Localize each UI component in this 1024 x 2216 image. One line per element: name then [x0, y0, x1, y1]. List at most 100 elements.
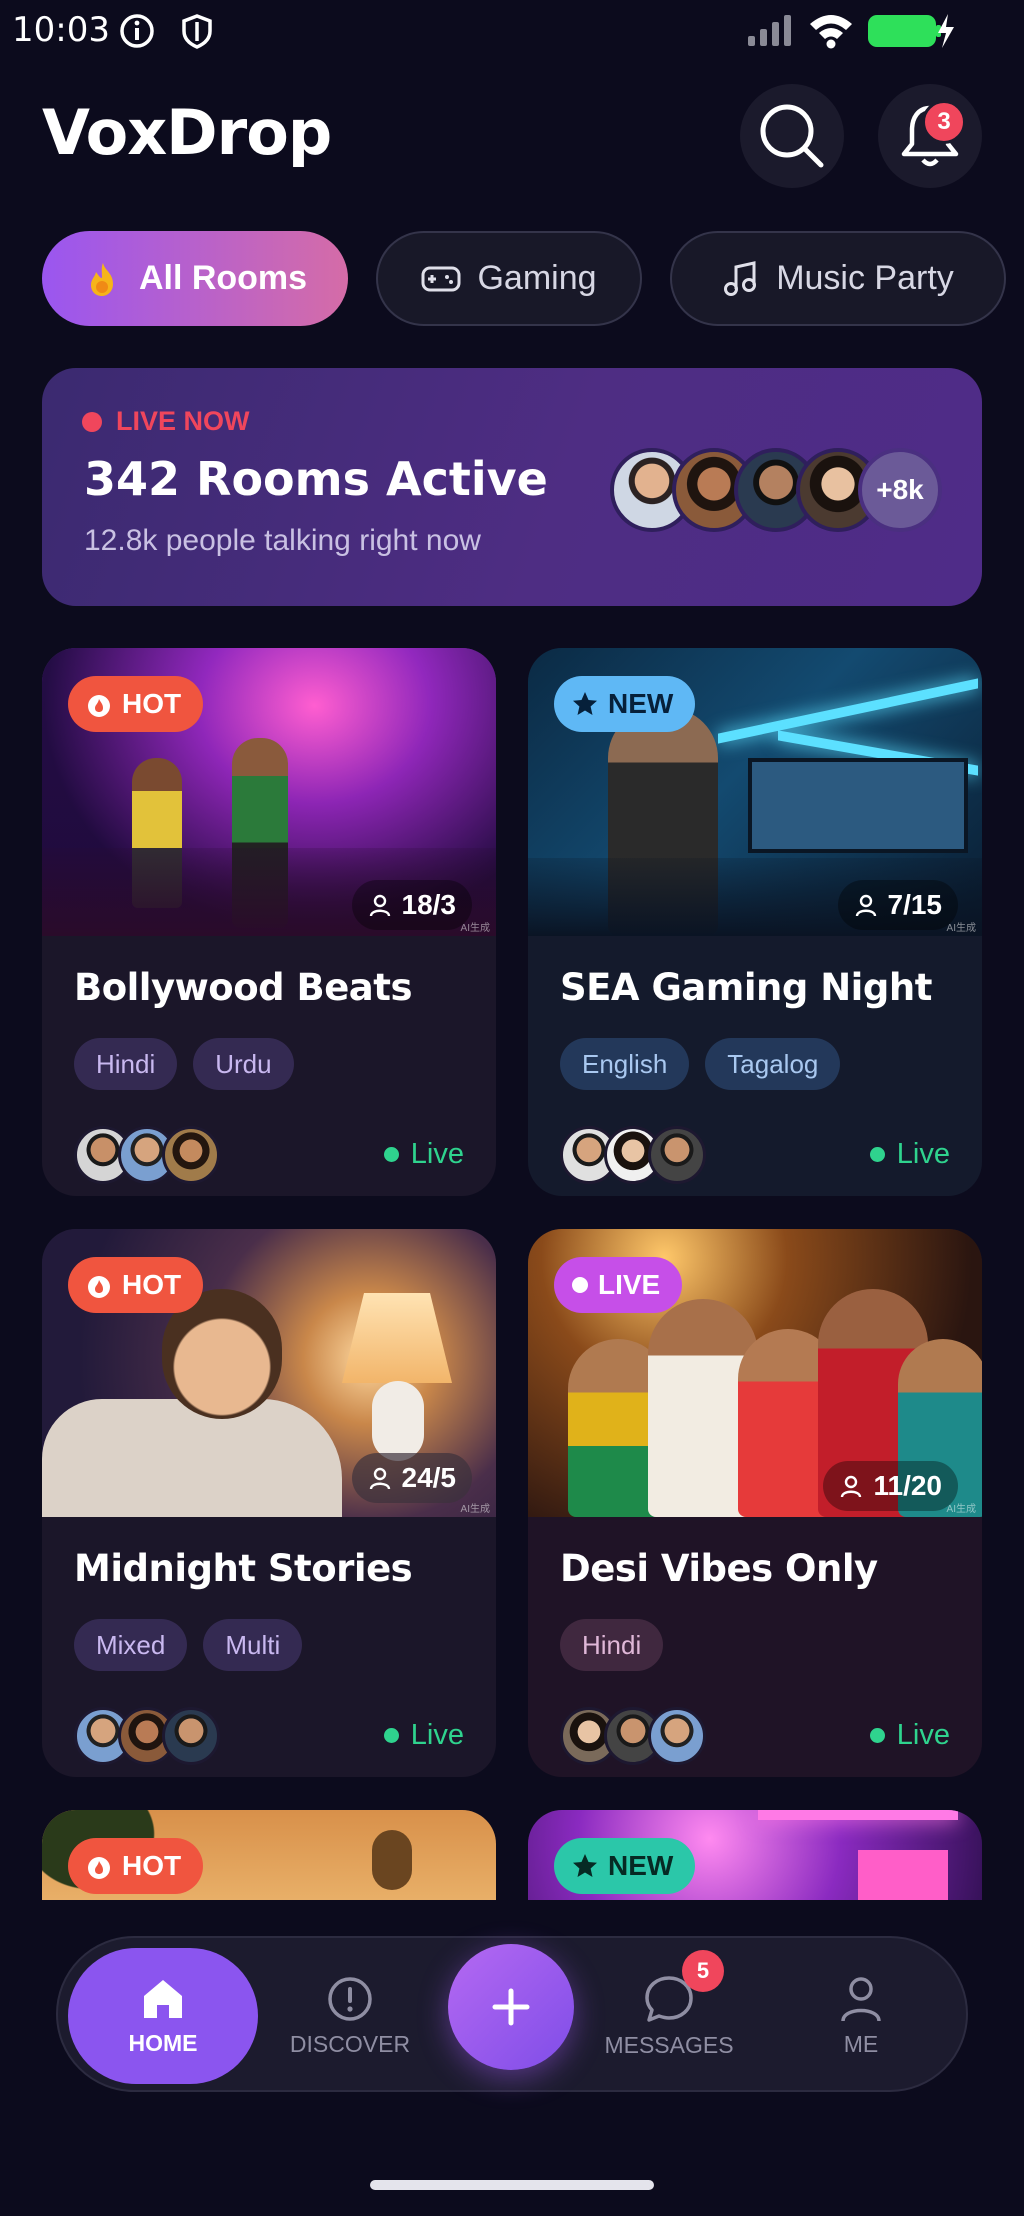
listener-count: 18/3	[351, 880, 472, 930]
live-dot	[82, 411, 102, 432]
hot-badge: HOT	[68, 676, 204, 732]
gamepad-icon	[421, 266, 461, 291]
status-time: 10:03	[12, 10, 110, 50]
app-title: VoxDrop	[42, 96, 332, 169]
language-tag: Urdu	[193, 1038, 294, 1090]
person-icon	[841, 1976, 881, 2022]
live-status: Live	[869, 1138, 950, 1171]
live-status-text: Live	[896, 1138, 950, 1170]
nav-label: HOME	[128, 2029, 198, 2056]
room-name: Bollywood Beats	[74, 966, 412, 1009]
chip-label: All Rooms	[138, 259, 308, 297]
room-avatars	[74, 1707, 220, 1765]
badge-text: HOT	[122, 1269, 182, 1300]
live-status-text: Live	[896, 1719, 950, 1751]
bottom-navigation: HOME DISCOVER MESSAGES 5 ME	[56, 1936, 968, 2092]
chip-all-rooms[interactable]: All Rooms	[42, 231, 348, 326]
avatar	[162, 1126, 220, 1184]
live-now-banner[interactable]: LIVE NOW 342 Rooms Active 12.8k people t…	[42, 368, 982, 606]
home-indicator[interactable]	[370, 2180, 654, 2190]
avatar	[648, 1707, 706, 1765]
chip-label: Music Party	[776, 259, 954, 297]
search-icon	[760, 104, 824, 168]
live-now-label: LIVE NOW	[82, 406, 250, 437]
chip-gaming[interactable]: Gaming	[376, 231, 642, 326]
watermark: AI生成	[460, 1504, 490, 1515]
count-text: 24/5	[401, 1462, 457, 1493]
nav-label: ME	[843, 2030, 879, 2057]
listener-count: 24/5	[351, 1453, 472, 1503]
badge-text: NEW	[608, 1850, 674, 1881]
live-status: Live	[383, 1138, 464, 1171]
room-avatars	[560, 1126, 706, 1184]
hot-badge: HOT	[68, 1257, 204, 1313]
chip-music-party[interactable]: Music Party	[670, 231, 1006, 326]
live-now-text: LIVE NOW	[116, 406, 250, 436]
music-note-icon	[724, 260, 757, 296]
nav-home[interactable]: HOME	[68, 1948, 258, 2084]
chip-label: Gaming	[477, 259, 597, 297]
flame-icon	[88, 1857, 110, 1879]
star-icon	[573, 692, 597, 715]
count-text: 11/20	[873, 1470, 942, 1501]
badge-text: NEW	[608, 688, 674, 719]
room-avatars	[74, 1126, 220, 1184]
room-card-midnight-stories[interactable]: AI生成 HOT 24/5 Midnight Stories Mixed Mul…	[42, 1229, 496, 1777]
language-tags: English Tagalog	[560, 1038, 841, 1090]
language-tag: Multi	[203, 1619, 303, 1671]
live-dot	[869, 1728, 885, 1743]
nav-discover[interactable]: DISCOVER	[275, 1954, 425, 2078]
language-tags: Hindi Urdu	[74, 1038, 294, 1090]
person-icon	[369, 1467, 390, 1490]
hot-badge: HOT	[68, 1838, 204, 1894]
home-icon	[144, 1979, 182, 2018]
avatar	[648, 1126, 706, 1184]
wifi-icon	[810, 15, 852, 49]
count-text: 7/15	[887, 889, 943, 920]
alert-circle-icon	[328, 1976, 372, 2021]
room-avatars	[560, 1707, 706, 1765]
count-text: 18/3	[401, 889, 457, 920]
person-icon	[369, 894, 390, 917]
search-button[interactable]	[740, 84, 844, 188]
room-card-bollywood-beats[interactable]: AI生成 HOT 18/3 Bollywood Beats Hindi Urdu…	[42, 648, 496, 1196]
room-card-desi-vibes-only[interactable]: AI生成 LIVE 11/20 Desi Vibes Only Hindi Li…	[528, 1229, 982, 1777]
language-tag: Hindi	[74, 1038, 178, 1090]
create-room-button[interactable]	[448, 1944, 574, 2070]
battery-charging-icon	[868, 14, 954, 48]
flame-icon	[88, 695, 110, 717]
avatar	[162, 1707, 220, 1765]
listener-count: 7/15	[837, 880, 958, 930]
person-icon	[841, 1475, 862, 1498]
room-name: Desi Vibes Only	[560, 1547, 878, 1590]
info-icon	[120, 14, 154, 48]
messages-badge: 5	[682, 1950, 724, 1992]
room-name: Midnight Stories	[74, 1547, 413, 1590]
nav-label: DISCOVER	[289, 2030, 411, 2057]
plus-icon	[492, 1988, 530, 2026]
listener-count: 11/20	[823, 1461, 958, 1511]
live-dot	[572, 1277, 588, 1293]
more-participants-count: +8k	[858, 448, 942, 532]
signal-icon	[748, 15, 791, 46]
language-tag: Tagalog	[705, 1038, 841, 1090]
person-icon	[855, 894, 876, 917]
notification-badge: 3	[922, 100, 966, 144]
language-tag: Mixed	[74, 1619, 188, 1671]
room-name: SEA Gaming Night	[560, 966, 932, 1009]
live-status: Live	[869, 1719, 950, 1752]
live-status: Live	[383, 1719, 464, 1752]
notifications-button[interactable]: 3	[878, 84, 982, 188]
room-card-sea-gaming-night[interactable]: AI生成 NEW 7/15 SEA Gaming Night English T…	[528, 648, 982, 1196]
nav-messages[interactable]: MESSAGES 5	[594, 1950, 744, 2078]
live-dot	[383, 1147, 399, 1162]
live-dot	[869, 1147, 885, 1162]
status-bar: 10:03	[0, 0, 1024, 62]
live-badge: LIVE	[554, 1257, 683, 1313]
live-dot	[383, 1728, 399, 1743]
flame-icon	[90, 262, 113, 296]
badge-text: LIVE	[598, 1269, 661, 1300]
live-status-text: Live	[410, 1719, 464, 1751]
nav-me[interactable]: ME	[786, 1954, 936, 2078]
new-badge: NEW	[554, 676, 696, 732]
